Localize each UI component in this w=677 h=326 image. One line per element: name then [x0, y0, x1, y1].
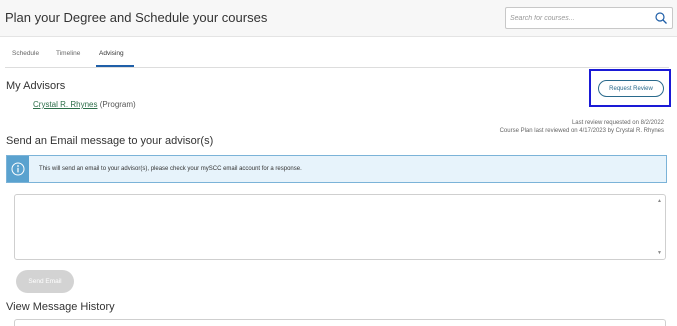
tab-timeline[interactable]: Timeline — [56, 50, 80, 57]
advisor-role: (Program) — [99, 100, 136, 109]
search-input[interactable] — [510, 11, 650, 26]
advisor-entry: Crystal R. Rhynes (Program) — [33, 100, 136, 109]
course-search[interactable] — [505, 7, 673, 29]
info-icon — [7, 156, 29, 182]
message-history-box[interactable] — [14, 319, 666, 326]
tab-advising[interactable]: Advising — [99, 50, 124, 57]
page-title: Plan your Degree and Schedule your cours… — [5, 10, 268, 25]
request-review-button[interactable]: Request Review — [598, 80, 664, 97]
history-heading: View Message History — [6, 301, 115, 313]
tab-schedule[interactable]: Schedule — [12, 50, 39, 57]
advisor-name-link[interactable]: Crystal R. Rhynes — [33, 100, 97, 109]
tabs-divider — [5, 67, 669, 68]
info-text: This will send an email to your advisor(… — [39, 166, 302, 172]
request-review-highlight: Request Review — [589, 69, 671, 107]
info-alert: This will send an email to your advisor(… — [6, 155, 667, 183]
email-message-input[interactable] — [15, 195, 665, 259]
page-header: Plan your Degree and Schedule your cours… — [0, 0, 677, 37]
last-reviewed: Course Plan last reviewed on 4/17/2023 b… — [499, 128, 664, 134]
search-icon[interactable] — [654, 11, 668, 25]
send-email-button[interactable]: Send Email — [16, 270, 74, 293]
advisors-heading: My Advisors — [6, 80, 66, 92]
scroll-down-icon[interactable]: ▼ — [657, 250, 662, 256]
email-heading: Send an Email message to your advisor(s) — [6, 135, 214, 147]
scroll-up-icon[interactable]: ▲ — [657, 198, 662, 204]
review-status: Last review requested on 8/2/2022 Course… — [500, 119, 664, 135]
last-review-requested: Last review requested on 8/2/2022 — [571, 120, 664, 126]
email-message-box[interactable]: ▲ ▼ — [14, 194, 666, 260]
